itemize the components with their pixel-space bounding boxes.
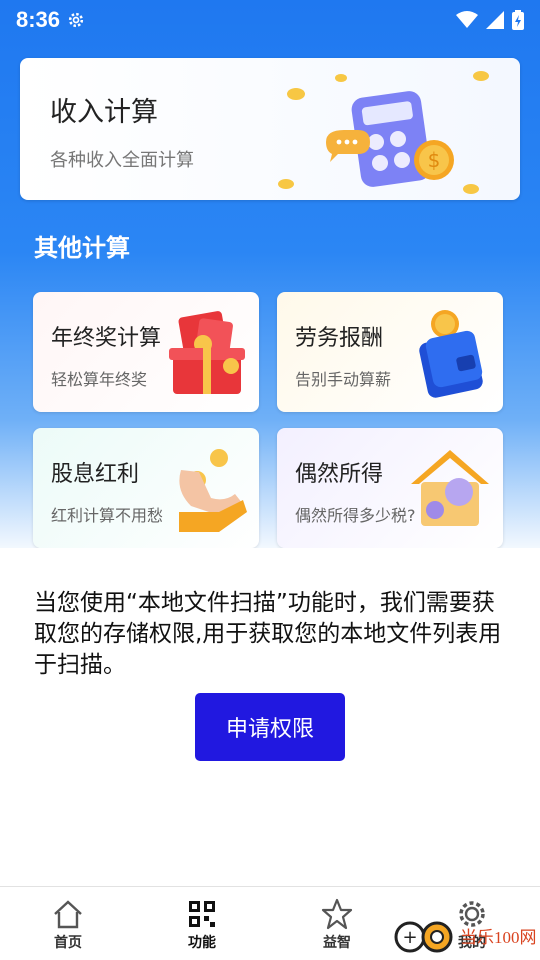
nav-label: 益智 — [323, 935, 351, 951]
battery-charging-icon — [512, 10, 524, 30]
section-title: 其他计算 — [34, 234, 130, 262]
home-icon — [54, 900, 82, 929]
watermark-logo-icon: + — [394, 921, 453, 953]
tile-title: 年终奖计算 — [51, 326, 162, 351]
qr-code-icon — [189, 901, 215, 927]
nav-label: 首页 — [54, 935, 82, 951]
nav-functions[interactable]: 功能 — [162, 897, 242, 957]
tile-year-end-bonus[interactable]: 年终奖计算 轻松算年终奖 — [33, 292, 259, 412]
tile-incidental-income[interactable]: 偶然所得 偶然所得多少税? — [277, 428, 503, 548]
wifi-icon — [456, 11, 478, 28]
tile-title: 劳务报酬 — [295, 326, 384, 351]
calculator-coins-icon: $ — [278, 71, 489, 194]
nav-label: 功能 — [188, 935, 216, 951]
hand-coins-icon — [179, 449, 247, 532]
red-envelope-gift-icon — [169, 311, 245, 394]
request-permission-button[interactable]: 申请权限 — [195, 693, 345, 761]
nav-home[interactable]: 首页 — [28, 897, 108, 957]
tile-subtitle: 告别手动算薪 — [295, 370, 392, 389]
watermark-text: 当乐100网 — [460, 927, 537, 947]
tile-subtitle: 轻松算年终奖 — [51, 370, 148, 389]
tile-title: 股息红利 — [51, 462, 140, 487]
permission-dialog: 当您使用“本地文件扫描”功能时，我们需要获取您的存储权限,用于获取您的本地文件列… — [0, 548, 540, 886]
tile-title: 偶然所得 — [295, 462, 384, 487]
income-calc-card[interactable]: 收入计算 各种收入全面计算 $ — [20, 58, 520, 200]
tile-subtitle: 红利计算不用愁 — [51, 506, 164, 525]
star-icon — [321, 898, 353, 930]
svg-text:+: + — [402, 927, 417, 948]
wallet-coin-icon — [419, 310, 483, 398]
tile-labor-remuneration[interactable]: 劳务报酬 告别手动算薪 — [277, 292, 503, 412]
income-card-subtitle: 各种收入全面计算 — [50, 150, 194, 171]
nav-puzzle[interactable]: 益智 — [297, 897, 377, 957]
site-watermark: + 当乐100网 — [390, 912, 540, 958]
permission-message: 当您使用“本地文件扫描”功能时，我们需要获取您的存储权限,用于获取您的本地文件列… — [34, 590, 502, 678]
settings-status-icon — [68, 12, 84, 28]
svg-text:$: $ — [428, 148, 441, 172]
status-time: 8:36 — [16, 7, 61, 32]
signal-icon — [486, 11, 504, 29]
income-card-title: 收入计算 — [50, 97, 158, 128]
tax-house-icon — [411, 450, 489, 526]
tile-subtitle: 偶然所得多少税? — [295, 506, 416, 525]
tile-dividend[interactable]: 股息红利 红利计算不用愁 — [33, 428, 259, 548]
status-bar: 8:36 — [0, 0, 540, 40]
